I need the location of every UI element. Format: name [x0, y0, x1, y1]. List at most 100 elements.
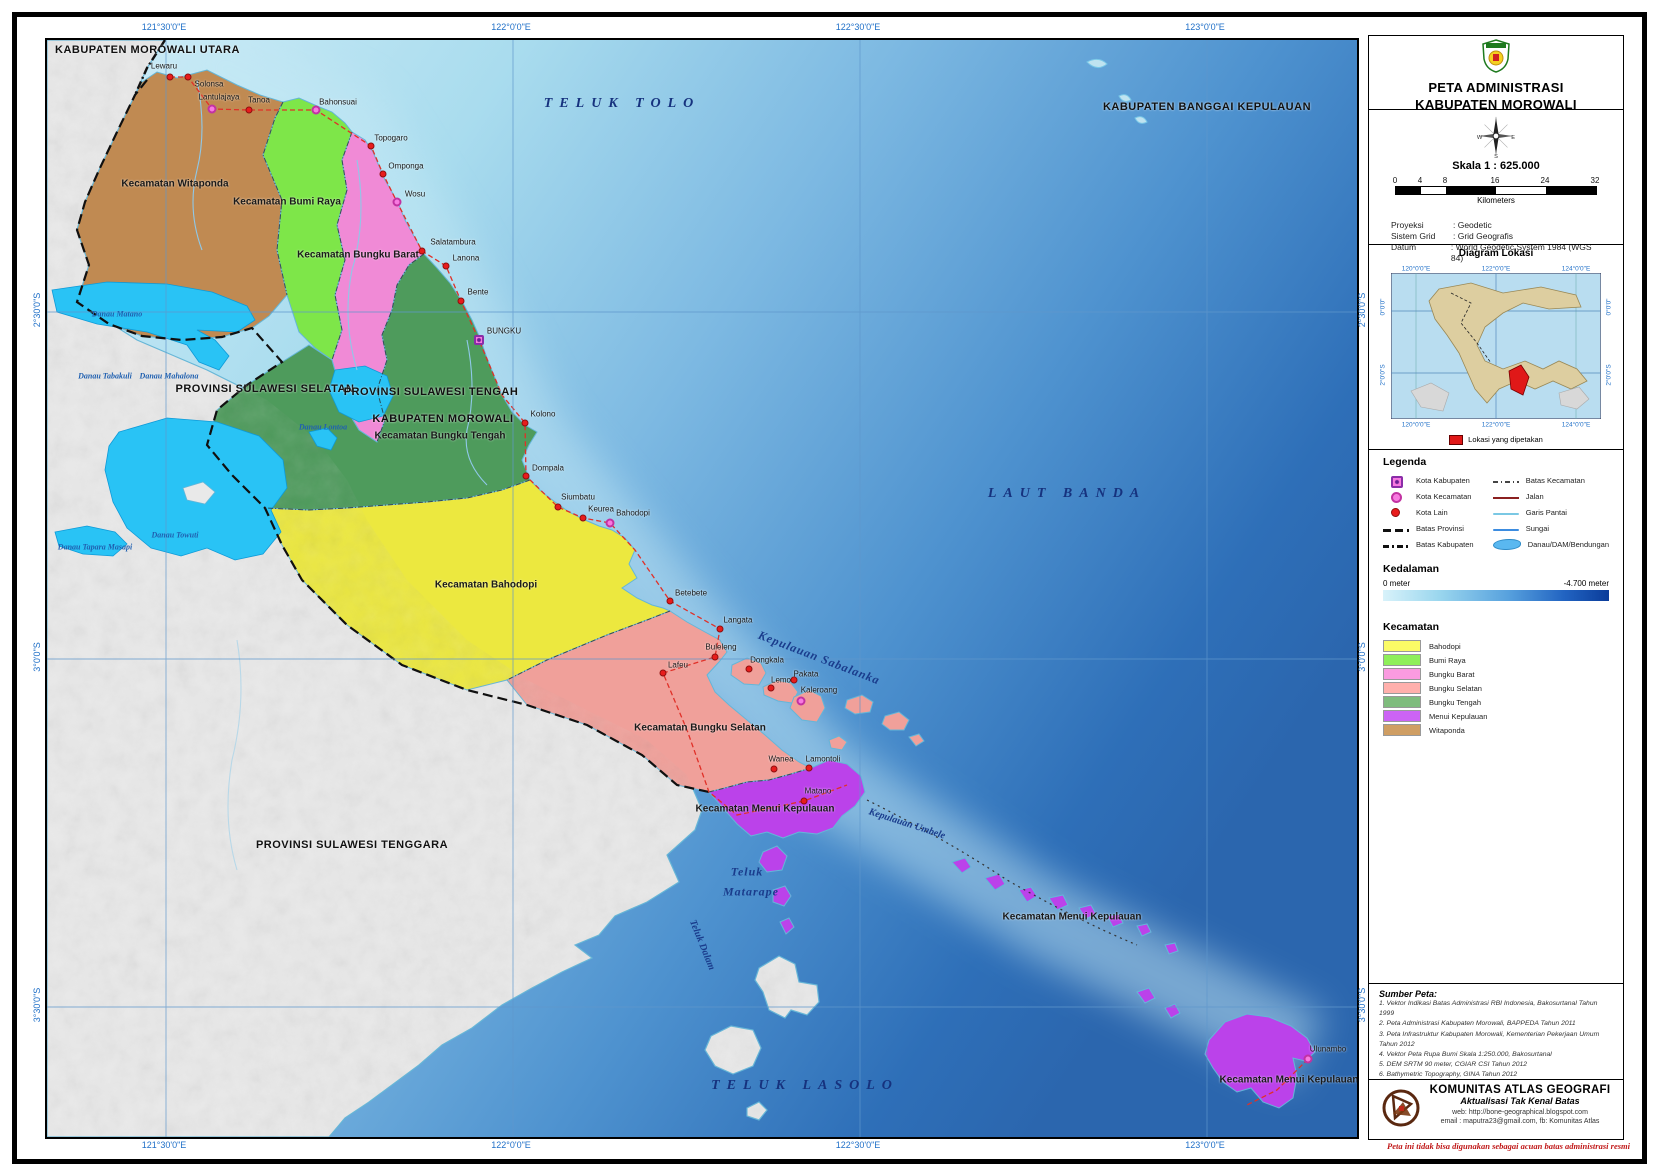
diagram-coordinate: 120°0'0"E	[1402, 266, 1431, 273]
depth-max: -4.700 meter	[1564, 579, 1609, 588]
city-label: Bente	[468, 288, 489, 297]
city-label: Lewaru	[151, 62, 177, 71]
coordinate-label: 3°30'0"S	[1357, 988, 1367, 1023]
morowali-crest-icon	[1481, 39, 1511, 73]
city-label: Bahonsuai	[319, 98, 357, 107]
map-area: KABUPATEN MOROWALI UTARAKABUPATEN BANGGA…	[45, 38, 1359, 1139]
scale-label: Skala 1 : 625.000	[1369, 160, 1623, 172]
legend-item: Jalan	[1493, 488, 1609, 504]
city-marker	[555, 504, 562, 511]
diagram-caption: Lokasi yang dipetakan	[1369, 435, 1623, 445]
source-item: 2. Peta Administrasi Kabupaten Morowali,…	[1379, 1019, 1613, 1029]
city-label: Langata	[724, 616, 753, 625]
city-label: Lamontoli	[806, 755, 841, 764]
city-marker	[712, 654, 719, 661]
city-label: Matano	[805, 787, 832, 796]
kecamatan-color-swatch	[1383, 654, 1421, 666]
coordinate-label: 122°30'0"E	[836, 22, 881, 32]
kecamatan-color-swatch	[1383, 640, 1421, 652]
legend-symbol	[1383, 529, 1409, 532]
diagram-coordinate: 122°0'0"E	[1482, 266, 1511, 273]
kecamatan-legend-item: Bumi Raya	[1383, 653, 1609, 667]
city-label: Lanona	[453, 254, 480, 263]
coordinate-label: 3°30'0"S	[32, 988, 42, 1023]
legend-item: Kota Kecamatan	[1383, 488, 1489, 504]
coordinate-label: 121°30'0"E	[142, 1140, 187, 1150]
legend-item: Batas Provinsi	[1383, 520, 1489, 536]
legend-symbol	[1493, 539, 1521, 550]
city-marker	[523, 473, 530, 480]
scale-tick: 16	[1491, 176, 1500, 185]
diagram-title: Diagram Lokasi	[1369, 248, 1623, 259]
kecamatan-legend-item: Bungku Selatan	[1383, 681, 1609, 695]
kecamatan-color-swatch	[1383, 682, 1421, 694]
legend-symbol	[1493, 497, 1519, 499]
city-marker	[474, 335, 484, 345]
title-block: PETA ADMINISTRASI KABUPATEN MOROWALI	[1369, 36, 1623, 110]
scale-tick: 24	[1541, 176, 1550, 185]
city-marker	[1304, 1055, 1313, 1064]
coordinate-label: 122°30'0"E	[836, 1140, 881, 1150]
city-label: Kolono	[531, 410, 556, 419]
city-label: Lantulajaya	[199, 93, 240, 102]
city-label: Topogaro	[374, 134, 407, 143]
diagram-coordinate: 124°0'0"E	[1562, 266, 1591, 273]
sources-list: 1. Vektor Indikasi Batas Administrasi RB…	[1379, 999, 1613, 1081]
depth-scale: Kedalaman 0 meter -4.700 meter	[1369, 563, 1623, 601]
scale-tick: 0	[1393, 176, 1397, 185]
kecamatan-legend-item: Menui Kepulauan	[1383, 709, 1609, 723]
city-label: BUNGKU	[487, 327, 521, 336]
mapped-area-swatch	[1449, 435, 1463, 445]
city-marker	[806, 765, 813, 772]
svg-text:E: E	[1511, 135, 1515, 141]
publisher-name: KOMUNITAS ATLAS GEOGRAFI	[1427, 1084, 1613, 1096]
diagram-coordinate: 2°0'0"S	[1380, 364, 1387, 385]
diagram-coordinate: 122°0'0"E	[1482, 422, 1511, 429]
scale-tick: 32	[1591, 176, 1600, 185]
city-label: Kaleroang	[801, 686, 837, 695]
depth-gradient	[1383, 590, 1609, 601]
publisher-email: email : maputra23@gmail.com, fb: Komunit…	[1427, 1117, 1613, 1126]
sources-title: Sumber Peta:	[1379, 989, 1613, 999]
north-arrow-icon: W E S	[1475, 114, 1517, 158]
projection-row: Sistem Grid: Grid Geografis	[1391, 231, 1601, 242]
depth-min: 0 meter	[1383, 579, 1410, 588]
coordinate-label: 3°0'0"S	[32, 642, 42, 672]
kecamatan-legend-item: Bahodopi	[1383, 639, 1609, 653]
legend-item: Danau/DAM/Bendungan	[1493, 536, 1609, 552]
city-marker	[522, 420, 529, 427]
kecamatan-color-swatch	[1383, 724, 1421, 736]
publisher-tagline: Aktualisasi Tak Kenal Batas	[1427, 1096, 1613, 1106]
legend-symbol	[1493, 529, 1519, 531]
city-marker	[580, 515, 587, 522]
diagram-coordinate: 0°0'0"	[1606, 299, 1613, 316]
kecamatan-legend-item: Bungku Barat	[1383, 667, 1609, 681]
legend-item: Batas Kecamatan	[1493, 472, 1609, 488]
city-marker	[801, 798, 808, 805]
legend-symbol	[1493, 481, 1519, 483]
kecamatan-legend-item: Bungku Tengah	[1383, 695, 1609, 709]
scale-ticks: 048162432	[1395, 176, 1597, 186]
coordinate-label: 122°0'0"E	[491, 22, 531, 32]
city-label: Keurea	[588, 505, 614, 514]
legend-symbol	[1383, 507, 1409, 517]
legend-item: Garis Pantai	[1493, 504, 1609, 520]
coordinate-label: 121°30'0"E	[142, 22, 187, 32]
kecamatan-legend-item: Witaponda	[1383, 723, 1609, 737]
city-label: Buleleng	[705, 643, 736, 652]
diagram-coordinate: 124°0'0"E	[1562, 422, 1591, 429]
locator-map	[1391, 273, 1601, 419]
city-label: Solonsa	[195, 80, 224, 89]
city-marker	[746, 666, 753, 673]
legend-symbol	[1383, 545, 1409, 548]
city-label: Tanoa	[248, 96, 270, 105]
city-marker	[660, 670, 667, 677]
svg-text:W: W	[1477, 135, 1483, 141]
legend-item: Sungai	[1493, 520, 1609, 536]
legend-symbol	[1493, 513, 1519, 515]
city-label: Omponga	[388, 162, 423, 171]
atlas-community-logo	[1381, 1088, 1421, 1128]
depth-title: Kedalaman	[1383, 563, 1609, 575]
city-marker	[419, 248, 426, 255]
coordinate-label: 123°0'0"E	[1185, 22, 1225, 32]
